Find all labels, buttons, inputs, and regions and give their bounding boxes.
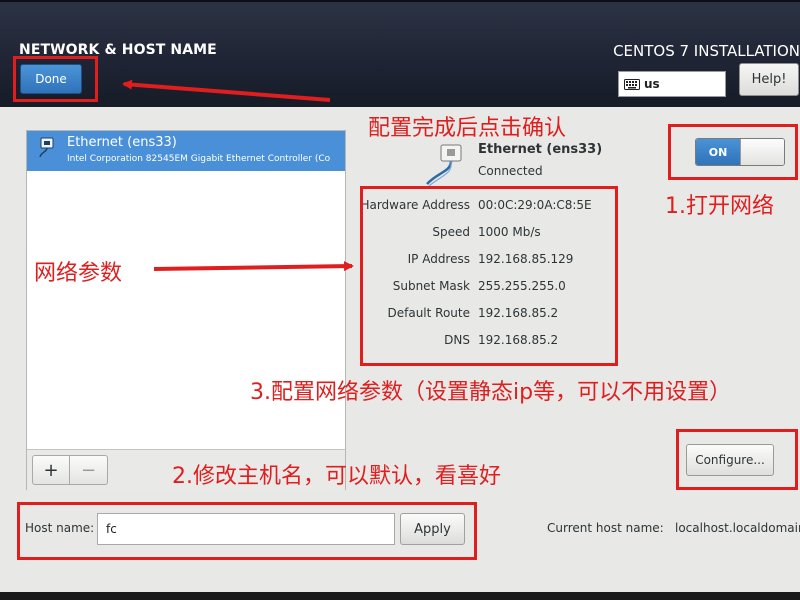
annotation-network-params-text: 网络参数 bbox=[34, 261, 123, 286]
keyboard-layout-label: us bbox=[644, 77, 660, 91]
remove-device-button[interactable]: − bbox=[70, 455, 108, 485]
current-hostname-value: localhost.localdomain bbox=[675, 521, 800, 535]
ethernet-cable-icon bbox=[426, 144, 462, 187]
annotation-box-toggle bbox=[668, 124, 798, 180]
annotation-box-configure bbox=[676, 429, 798, 490]
annotation-box-network-params bbox=[360, 186, 618, 366]
bottom-edge bbox=[0, 592, 800, 600]
help-button[interactable]: Help! bbox=[739, 63, 799, 96]
annotation-configure-params-text: 3.配置网络参数（设置静态ip等，可以不用设置） bbox=[250, 380, 732, 405]
keyboard-layout-indicator[interactable]: us bbox=[618, 71, 726, 97]
keyboard-icon bbox=[624, 78, 640, 90]
device-description: Intel Corporation 82545EM Gigabit Ethern… bbox=[67, 154, 331, 164]
device-name: Ethernet (ens33) bbox=[67, 135, 177, 150]
annotation-confirm-text: 配置完成后点击确认 bbox=[368, 116, 567, 141]
device-status: Connected bbox=[478, 164, 543, 178]
network-device-list: Ethernet (ens33) Intel Corporation 82545… bbox=[26, 130, 346, 490]
device-detail-name: Ethernet (ens33) bbox=[478, 142, 603, 157]
installation-title: CENTOS 7 INSTALLATION bbox=[613, 42, 800, 60]
annotation-box-hostname bbox=[17, 502, 477, 560]
annotation-box-done bbox=[13, 56, 98, 102]
add-device-button[interactable]: + bbox=[32, 455, 70, 485]
current-hostname-label: Current host name: bbox=[547, 521, 664, 535]
annotation-open-network-text: 1.打开网络 bbox=[665, 194, 774, 219]
annotation-modify-hostname-text: 2.修改主机名，可以默认，看喜好 bbox=[172, 464, 501, 489]
ethernet-cable-icon bbox=[39, 137, 54, 158]
device-list-item-ens33[interactable]: Ethernet (ens33) Intel Corporation 82545… bbox=[27, 131, 345, 171]
